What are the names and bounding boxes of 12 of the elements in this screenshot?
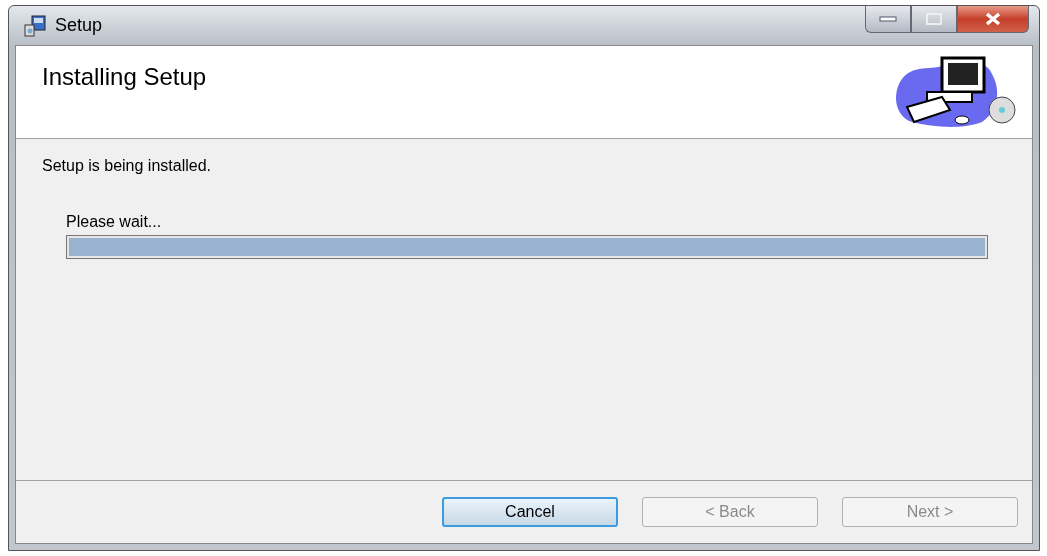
window-title: Setup xyxy=(55,15,103,36)
close-icon xyxy=(984,12,1002,26)
cancel-button[interactable]: Cancel xyxy=(442,497,618,527)
maximize-icon xyxy=(926,13,942,25)
installer-icon xyxy=(23,14,47,37)
progress-label: Please wait... xyxy=(66,213,163,231)
minimize-icon xyxy=(878,15,898,23)
maximize-button[interactable] xyxy=(911,6,957,33)
minimize-button[interactable] xyxy=(865,6,911,33)
close-button[interactable] xyxy=(957,6,1029,33)
status-message: Setup is being installed. xyxy=(42,157,212,175)
header-title: Installing Setup xyxy=(42,63,207,92)
